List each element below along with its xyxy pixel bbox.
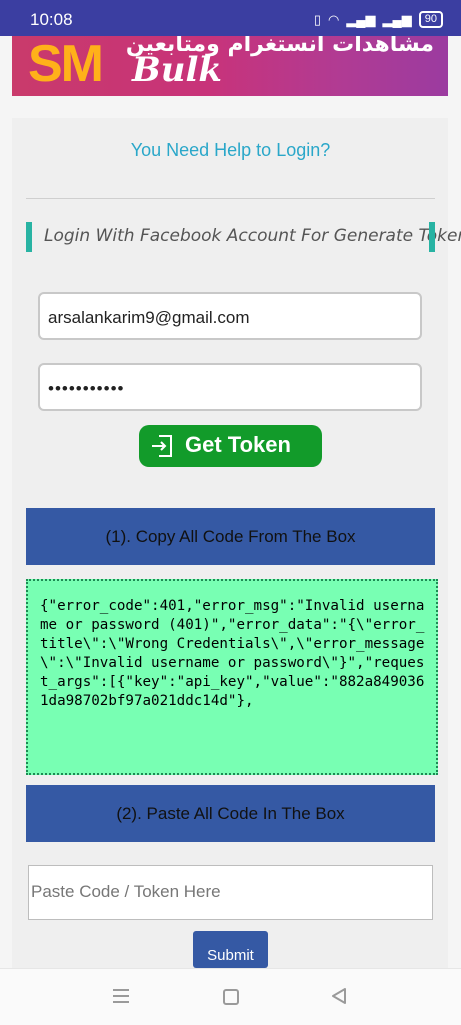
accent-bar-left	[26, 222, 32, 252]
signal-icon: ▂▄▆	[382, 11, 412, 27]
password-field[interactable]: •••••••••••	[38, 363, 422, 411]
divider	[26, 198, 435, 199]
login-icon	[152, 435, 172, 457]
menu-icon[interactable]	[113, 989, 129, 1007]
code-box[interactable]: {"error_code":401,"error_msg":"Invalid u…	[26, 579, 438, 775]
vibrate-icon: ▯	[313, 11, 321, 27]
status-bar: 10:08 ▯ ◠ ▂▄▆ ▂▄▆ 90	[0, 0, 461, 36]
app-banner: SM Bulk مشاهدات انستغرام ومتابعين	[12, 36, 448, 96]
back-icon[interactable]	[330, 987, 348, 1005]
submit-button[interactable]: Submit	[193, 931, 268, 968]
navigation-bar	[0, 968, 461, 1025]
get-token-button[interactable]: Get Token	[139, 425, 322, 467]
step1-bar: (1). Copy All Code From The Box	[26, 508, 435, 565]
paste-code-input[interactable]: Paste Code / Token Here	[28, 865, 433, 920]
logo-sm: SM	[28, 36, 104, 93]
banner-arabic-text: مشاهدات انستغرام ومتابعين	[125, 36, 434, 57]
accent-bar-right	[429, 222, 435, 252]
email-field[interactable]: arsalankarim9@gmail.com	[38, 292, 422, 340]
battery-icon: 90	[418, 11, 443, 28]
status-icons: ▯ ◠ ▂▄▆ ▂▄▆ 90	[314, 11, 443, 28]
section-title: Login With Facebook Account For Generate…	[26, 222, 461, 252]
get-token-label: Get Token	[185, 432, 291, 457]
home-icon[interactable]	[223, 989, 239, 1005]
wifi-icon: ◠	[327, 11, 340, 27]
step2-bar: (2). Paste All Code In The Box	[26, 785, 435, 842]
status-time: 10:08	[30, 10, 73, 29]
section-title-text: Login With Facebook Account For Generate…	[44, 226, 461, 246]
help-login-link[interactable]: You Need Help to Login?	[0, 140, 461, 161]
signal-icon: ▂▄▆	[346, 11, 376, 27]
